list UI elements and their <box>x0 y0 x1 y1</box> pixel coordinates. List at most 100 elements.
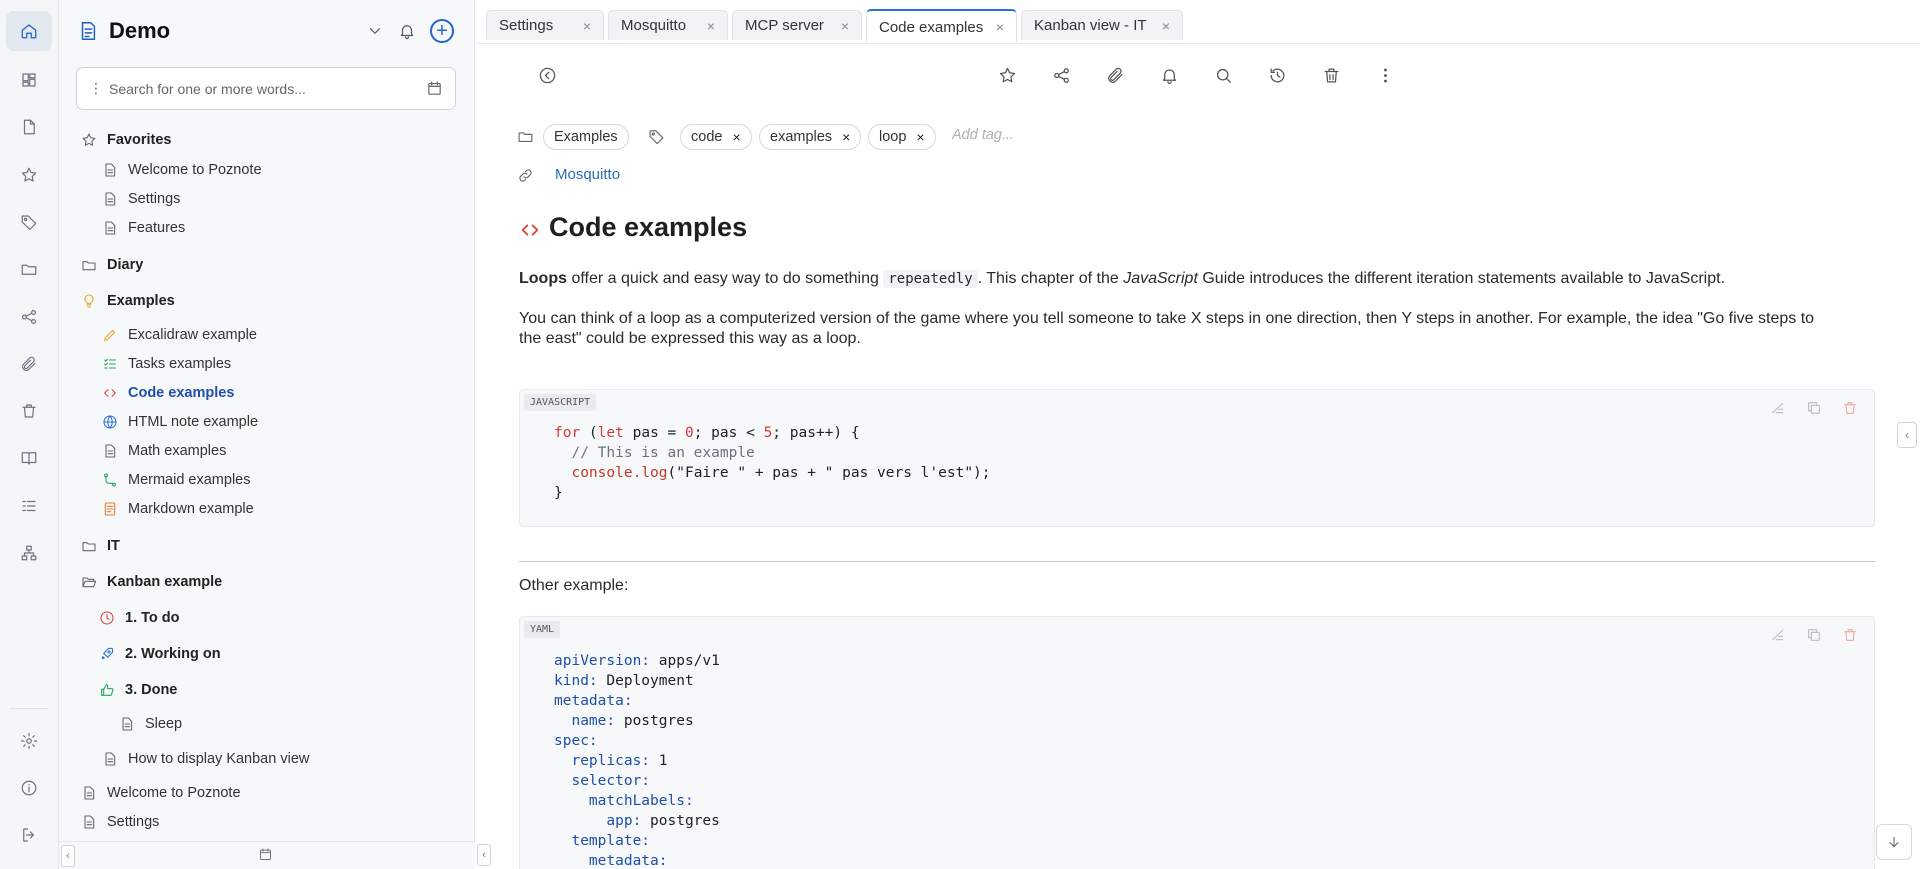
folder-icon[interactable] <box>6 249 52 289</box>
tree-note-welcome[interactable]: Welcome to Poznote <box>102 158 262 182</box>
trash-icon[interactable] <box>1842 400 1858 416</box>
add-tag-input[interactable] <box>952 127 1072 143</box>
note-paragraph[interactable]: Other example: <box>519 577 628 595</box>
home-icon[interactable] <box>6 11 52 51</box>
calendar-icon[interactable] <box>258 847 273 862</box>
logout-icon[interactable] <box>6 815 52 855</box>
close-icon[interactable]: × <box>996 19 1004 35</box>
tree-note-kanban-howto[interactable]: How to display Kanban view <box>102 747 309 771</box>
tag-icon[interactable] <box>6 202 52 242</box>
tree-note-excalidraw[interactable]: Excalidraw example <box>102 323 257 347</box>
paperclip-icon[interactable] <box>6 344 52 384</box>
back-icon[interactable] <box>538 66 557 85</box>
chevron-down-icon[interactable] <box>366 22 384 40</box>
search-input[interactable] <box>109 80 426 97</box>
code-content[interactable]: for (let pas = 0; pas < 5; pas++) { // T… <box>554 423 991 503</box>
tab-bar: Settings × Mosquitto × MCP server × Code ex… <box>476 0 1920 44</box>
copy-icon[interactable] <box>1806 627 1822 643</box>
scroll-down-button[interactable] <box>1876 824 1912 860</box>
paperclip-icon[interactable] <box>1106 66 1125 85</box>
kanban-column-todo[interactable]: 1. To do <box>99 606 180 630</box>
tree-note-markdown[interactable]: Markdown example <box>102 497 254 521</box>
star-icon[interactable] <box>6 155 52 195</box>
tree-folder-examples[interactable]: Examples <box>81 289 175 313</box>
tag-chip[interactable]: examples × <box>759 124 862 150</box>
wrap-text-icon[interactable] <box>1770 400 1786 416</box>
tree-folder-diary[interactable]: Diary <box>81 253 143 277</box>
close-icon[interactable]: × <box>707 18 715 34</box>
code-block-yaml[interactable]: YAML apiVersion: apps/v1 kind: Deploymen… <box>519 616 1875 869</box>
search-options-icon[interactable]: ⋮ <box>89 80 103 97</box>
tree-note-mermaid[interactable]: Mermaid examples <box>102 468 251 492</box>
tag-label: code <box>691 129 723 145</box>
tree-note-tasks[interactable]: Tasks examples <box>102 352 231 376</box>
tree-note-math[interactable]: Math examples <box>102 439 226 463</box>
trash-icon[interactable] <box>1842 627 1858 643</box>
dashboard-icon[interactable] <box>6 60 52 100</box>
code-content[interactable]: apiVersion: apps/v1 kind: Deployment met… <box>554 651 720 869</box>
more-vertical-icon[interactable] <box>1376 66 1395 85</box>
tree-note-html[interactable]: HTML note example <box>102 410 258 434</box>
note-folder-chip[interactable]: Examples <box>543 124 629 150</box>
tree-note-sleep[interactable]: Sleep <box>119 712 182 736</box>
bell-icon[interactable] <box>1160 66 1179 85</box>
tasks-icon[interactable] <box>6 486 52 526</box>
tree-folder-favorites[interactable]: Favorites <box>81 128 171 152</box>
close-icon[interactable]: × <box>841 18 849 34</box>
search-icon[interactable] <box>1214 66 1233 85</box>
note-title[interactable]: Code examples <box>549 212 747 243</box>
tag-chip[interactable]: code × <box>680 124 752 150</box>
toggle-right-panel-button[interactable]: ‹ <box>1897 422 1917 448</box>
history-icon[interactable] <box>1268 66 1287 85</box>
tree-note-settings[interactable]: Settings <box>102 187 180 211</box>
close-icon[interactable]: × <box>1162 18 1170 34</box>
settings-icon[interactable] <box>6 721 52 761</box>
tree-folder-kanban[interactable]: Kanban example <box>81 570 222 594</box>
tree-folder-it[interactable]: IT <box>81 534 120 558</box>
kanban-column-working[interactable]: 2. Working on <box>99 642 221 666</box>
remove-tag-icon[interactable]: × <box>916 129 924 145</box>
tab-kanban-view-it[interactable]: Kanban view - IT × <box>1021 10 1183 40</box>
code-language-label: JAVASCRIPT <box>524 394 597 411</box>
sidebar-footer: ‹ <box>59 841 475 869</box>
tab-label: Mosquitto <box>621 17 687 34</box>
remove-tag-icon[interactable]: × <box>842 129 850 145</box>
remove-tag-icon[interactable]: × <box>732 129 740 145</box>
tree-note-code-examples[interactable]: Code examples <box>102 381 234 405</box>
share-icon[interactable] <box>1052 66 1071 85</box>
hierarchy-icon[interactable] <box>6 533 52 573</box>
link-icon <box>517 167 534 184</box>
book-icon[interactable] <box>6 438 52 478</box>
collapse-rail-button[interactable]: ‹ <box>61 845 75 867</box>
share-icon[interactable] <box>6 297 52 337</box>
close-icon[interactable]: × <box>583 18 591 34</box>
tab-code-examples[interactable]: Code examples × <box>866 9 1017 43</box>
workspace-name[interactable]: Demo <box>109 18 170 44</box>
code-block-javascript[interactable]: JAVASCRIPT for (let pas = 0; pas < 5; pa… <box>519 389 1875 527</box>
tree-note-features[interactable]: Features <box>102 216 185 240</box>
bell-icon[interactable] <box>398 22 416 40</box>
kanban-column-done[interactable]: 3. Done <box>99 678 177 702</box>
tab-mcp-server[interactable]: MCP server × <box>732 10 862 40</box>
linked-note-link[interactable]: Mosquitto <box>555 166 620 183</box>
wrap-text-icon[interactable] <box>1770 627 1786 643</box>
tab-settings[interactable]: Settings × <box>486 10 604 40</box>
copy-icon[interactable] <box>1806 400 1822 416</box>
tree-note-welcome-root[interactable]: Welcome to Poznote <box>81 781 241 805</box>
tree-note-settings-root[interactable]: Settings <box>81 810 159 834</box>
new-note-button[interactable]: + <box>430 19 454 43</box>
star-icon[interactable] <box>998 66 1017 85</box>
yaml-key: metadata: <box>554 853 668 869</box>
file-icon[interactable] <box>6 107 52 147</box>
info-icon[interactable] <box>6 768 52 808</box>
pencil-icon <box>104 329 116 341</box>
note-paragraph[interactable]: Loops offer a quick and easy way to do s… <box>519 269 1839 289</box>
trash-icon[interactable] <box>1322 66 1341 85</box>
collapse-sidebar-button[interactable]: ‹ <box>477 844 491 866</box>
tab-mosquitto[interactable]: Mosquitto × <box>608 10 728 40</box>
calendar-icon[interactable] <box>426 80 443 97</box>
tag-chip[interactable]: loop × <box>868 124 936 150</box>
code-comment: // This is an example <box>554 445 755 461</box>
trash-icon[interactable] <box>6 391 52 431</box>
note-paragraph[interactable]: You can think of a loop as a computerize… <box>519 309 1839 349</box>
